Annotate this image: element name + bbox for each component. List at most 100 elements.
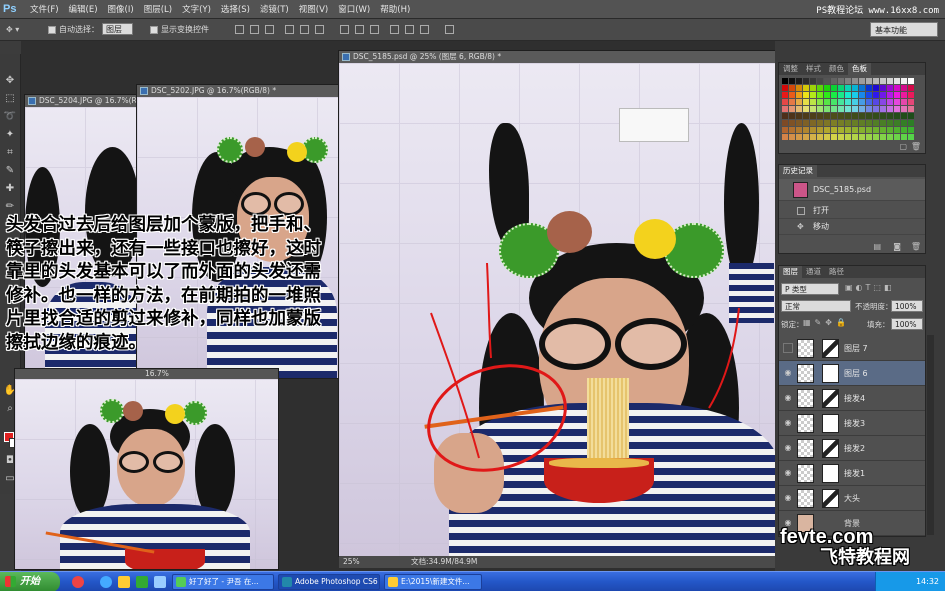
menu-window[interactable]: 窗口(W) — [333, 3, 375, 15]
color-swatch[interactable] — [817, 113, 823, 119]
align-hcenter-icon[interactable] — [300, 25, 309, 34]
color-swatch[interactable] — [838, 113, 844, 119]
color-swatch[interactable] — [796, 113, 802, 119]
ie-icon[interactable] — [100, 576, 112, 588]
menu-select[interactable]: 选择(S) — [216, 3, 255, 15]
color-swatch[interactable] — [803, 127, 809, 133]
color-swatch[interactable] — [824, 106, 830, 112]
move-tool-icon[interactable]: ✥ ▾ — [6, 23, 19, 37]
color-swatch[interactable] — [859, 106, 865, 112]
color-swatch[interactable] — [866, 134, 872, 140]
color-swatch[interactable] — [873, 134, 879, 140]
tab-color[interactable]: 颜色 — [825, 63, 848, 75]
align-vcenter-icon[interactable] — [250, 25, 259, 34]
color-swatch[interactable] — [789, 134, 795, 140]
color-swatch[interactable] — [852, 127, 858, 133]
layer-row[interactable]: ◉ 接发3 — [779, 411, 925, 436]
distribute-left-icon[interactable] — [390, 25, 399, 34]
history-item-move[interactable]: ✥ 移动 — [779, 219, 925, 235]
color-swatch[interactable] — [894, 99, 900, 105]
color-swatch[interactable] — [831, 134, 837, 140]
taskbar-button-explorer[interactable]: E:\2015\新建文件... — [384, 574, 482, 590]
menu-type[interactable]: 文字(Y) — [177, 3, 216, 15]
marquee-icon[interactable]: ⬚ — [3, 92, 17, 106]
auto-select-dropdown[interactable]: 图层 — [102, 23, 133, 37]
align-left-icon[interactable] — [285, 25, 294, 34]
layer-mask-thumbnail[interactable] — [822, 339, 839, 358]
color-swatch[interactable] — [796, 78, 802, 84]
color-swatch[interactable] — [796, 134, 802, 140]
layer-row[interactable]: 图层 7 — [779, 336, 925, 361]
color-swatch[interactable] — [859, 134, 865, 140]
color-swatch[interactable] — [782, 127, 788, 133]
color-swatch[interactable] — [845, 85, 851, 91]
color-swatch[interactable] — [880, 99, 886, 105]
color-swatch[interactable] — [824, 92, 830, 98]
color-swatch[interactable] — [838, 85, 844, 91]
color-swatch[interactable] — [880, 113, 886, 119]
color-swatch[interactable] — [908, 113, 914, 119]
color-swatch[interactable] — [908, 120, 914, 126]
color-swatch[interactable] — [782, 92, 788, 98]
distribute-vcenter-icon[interactable] — [355, 25, 364, 34]
color-swatch[interactable] — [796, 92, 802, 98]
color-swatch[interactable] — [887, 127, 893, 133]
color-swatch[interactable] — [866, 127, 872, 133]
color-swatch[interactable] — [866, 120, 872, 126]
layer-row[interactable]: ◉ 图层 6 — [779, 361, 925, 386]
menu-view[interactable]: 视图(V) — [294, 3, 333, 15]
color-swatch[interactable] — [873, 127, 879, 133]
menu-file[interactable]: 文件(F) — [25, 3, 64, 15]
color-swatch[interactable] — [789, 85, 795, 91]
tab-swatches[interactable]: 色板 — [848, 63, 871, 75]
color-swatch[interactable] — [824, 85, 830, 91]
color-swatch[interactable] — [894, 127, 900, 133]
system-clock[interactable]: 14:32 — [875, 572, 945, 591]
color-swatch[interactable] — [845, 127, 851, 133]
color-swatch[interactable] — [838, 127, 844, 133]
tab-styles[interactable]: 样式 — [802, 63, 825, 75]
desktop-icon[interactable] — [154, 576, 166, 588]
color-swatch[interactable] — [859, 99, 865, 105]
color-swatch[interactable] — [873, 99, 879, 105]
color-swatch[interactable] — [789, 78, 795, 84]
color-swatch[interactable] — [887, 85, 893, 91]
color-swatch[interactable] — [873, 92, 879, 98]
color-swatch[interactable] — [803, 78, 809, 84]
color-swatch[interactable] — [838, 99, 844, 105]
color-swatch[interactable] — [887, 92, 893, 98]
color-swatch[interactable] — [852, 92, 858, 98]
delete-swatch-icon[interactable]: 🗑 — [911, 142, 921, 151]
color-swatch[interactable] — [782, 78, 788, 84]
workspace-dropdown[interactable]: 基本功能 — [870, 22, 938, 37]
history-item-open[interactable]: 打开 — [779, 203, 925, 219]
color-swatch[interactable] — [901, 127, 907, 133]
color-swatch[interactable] — [866, 106, 872, 112]
color-swatch[interactable] — [810, 120, 816, 126]
color-swatch[interactable] — [810, 113, 816, 119]
color-swatch[interactable] — [880, 78, 886, 84]
distribute-top-icon[interactable] — [340, 25, 349, 34]
tab-adjustments[interactable]: 调整 — [779, 63, 802, 75]
color-swatch[interactable] — [880, 120, 886, 126]
eye-icon[interactable]: ◉ — [783, 393, 793, 403]
color-swatch[interactable] — [817, 134, 823, 140]
app-icon[interactable] — [136, 576, 148, 588]
color-swatch[interactable] — [887, 113, 893, 119]
distribute-right-icon[interactable] — [420, 25, 429, 34]
color-swatch[interactable] — [810, 127, 816, 133]
color-swatch[interactable] — [782, 120, 788, 126]
document-tab[interactable]: DSC_5204.JPG @ 16.7%(RGB/8 — [25, 95, 138, 107]
color-swatch[interactable] — [845, 120, 851, 126]
taskbar-button-browser[interactable]: 好了好了 - 尹吾 在... — [172, 574, 274, 590]
color-swatch[interactable] — [859, 120, 865, 126]
color-swatch[interactable] — [894, 120, 900, 126]
color-swatch[interactable] — [887, 120, 893, 126]
color-swatch[interactable] — [873, 78, 879, 84]
tab-paths[interactable]: 路径 — [825, 266, 848, 278]
color-swatch[interactable] — [908, 134, 914, 140]
layer-mask-thumbnail[interactable] — [822, 414, 839, 433]
color-swatch[interactable] — [866, 113, 872, 119]
color-swatch[interactable] — [901, 99, 907, 105]
color-swatch[interactable] — [859, 78, 865, 84]
